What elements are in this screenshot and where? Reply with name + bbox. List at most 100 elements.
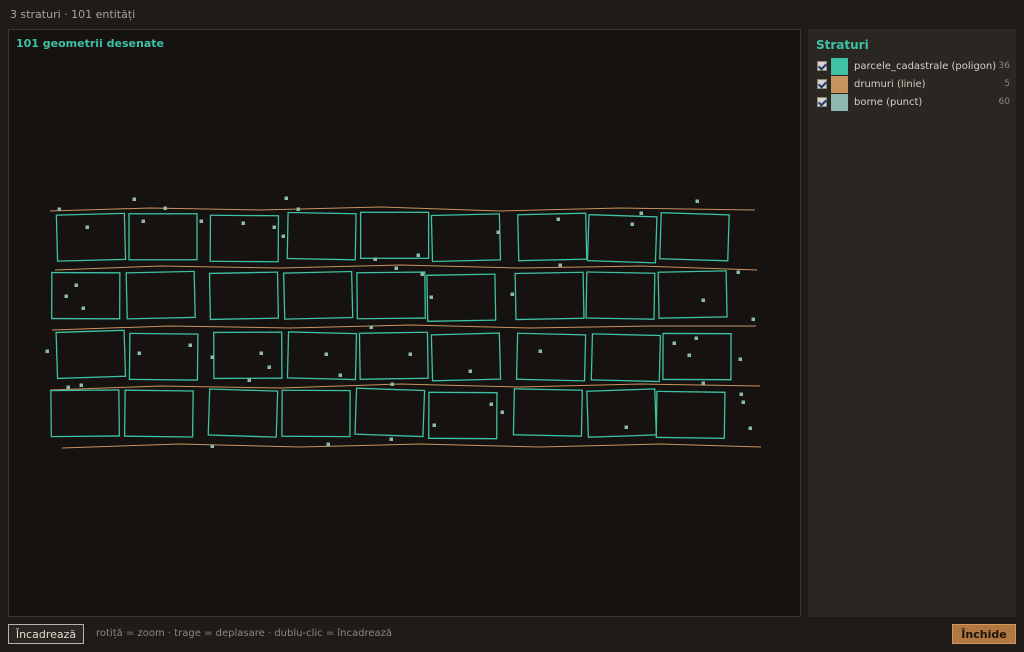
parcel-polygon: [428, 391, 498, 440]
parcel-polygon: [586, 388, 658, 438]
parcel-polygon: [213, 331, 283, 380]
boundary-marker-point: [241, 221, 245, 225]
boundary-marker-point: [751, 317, 755, 321]
boundary-marker-point: [701, 298, 705, 302]
boundary-marker-point: [74, 283, 78, 287]
boundary-marker-point: [538, 349, 542, 353]
layer-count: 36: [998, 61, 1010, 71]
parcel-polygon: [515, 332, 587, 382]
boundary-marker-point: [394, 266, 398, 270]
map-geometry[interactable]: [9, 30, 800, 616]
layer-row-drumuri[interactable]: drumuri (linie) 5: [817, 75, 1010, 93]
panel-title: Straturi: [816, 38, 869, 52]
parcel-polygon: [51, 271, 121, 320]
boundary-marker-point: [326, 442, 330, 446]
boundary-marker-point: [630, 222, 634, 226]
parcel-polygon: [281, 389, 351, 438]
boundary-marker-point: [272, 225, 276, 229]
parcel-polygon: [585, 271, 656, 320]
layer-count: 60: [998, 97, 1010, 107]
boundary-marker-point: [558, 263, 562, 267]
layer-checkbox[interactable]: [817, 79, 827, 89]
boundary-marker-point: [701, 381, 705, 385]
boundary-marker-point: [416, 253, 420, 257]
parcel-polygon: [655, 390, 726, 439]
parcel-polygon: [517, 212, 588, 262]
parcel-polygon: [356, 271, 426, 320]
boundary-marker-point: [281, 234, 285, 238]
boundary-marker-point: [267, 365, 271, 369]
parcel-polygon: [55, 329, 127, 380]
layer-row-parcele[interactable]: parcele_cadastrale (poligon) 36: [817, 57, 1010, 75]
boundary-marker-point: [432, 423, 436, 427]
boundary-marker-point: [500, 410, 504, 414]
boundary-marker-point: [199, 219, 203, 223]
parcel-polygon: [586, 213, 658, 264]
layer-checkbox[interactable]: [817, 61, 827, 71]
boundary-marker-point: [408, 352, 412, 356]
road-line: [61, 443, 762, 449]
boundary-marker-point: [510, 292, 514, 296]
navigation-hint: rotiță = zoom · trage = deplasare · dubl…: [96, 628, 393, 639]
parcel-polygon: [426, 273, 497, 322]
boundary-marker-point: [338, 373, 342, 377]
road-line: [49, 206, 756, 212]
layer-name: parcele_cadastrale (poligon): [854, 60, 997, 72]
boundary-marker-point: [687, 353, 691, 357]
parcel-polygon: [430, 332, 502, 382]
road-line: [51, 324, 756, 331]
parcel-polygon: [50, 389, 120, 438]
parcel-polygon: [514, 271, 585, 321]
parcel-polygon: [55, 212, 127, 262]
boundary-marker-point: [420, 272, 424, 276]
parcel-polygon: [207, 388, 279, 438]
boundary-marker-point: [624, 425, 628, 429]
boundary-marker-point: [468, 369, 472, 373]
parcel-polygon: [123, 389, 194, 438]
layer-row-borne[interactable]: borne (punct) 60: [817, 93, 1010, 111]
boundary-marker-point: [748, 426, 752, 430]
parcel-polygon: [430, 213, 502, 263]
parcel-polygon: [590, 333, 662, 383]
parcel-polygon: [282, 270, 354, 320]
boundary-marker-point: [64, 294, 68, 298]
boundary-marker-point: [390, 382, 394, 386]
parcel-polygon: [128, 332, 199, 381]
boundary-marker-point: [373, 257, 377, 261]
boundary-marker-point: [672, 341, 676, 345]
boundary-marker-point: [188, 343, 192, 347]
boundary-marker-point: [738, 357, 742, 361]
boundary-marker-point: [66, 385, 70, 389]
layers-panel: Straturi parcele_cadastrale (poligon) 36…: [808, 29, 1016, 617]
boundary-marker-point: [489, 402, 493, 406]
parcel-polygon: [128, 213, 198, 261]
close-button[interactable]: Închide: [952, 624, 1016, 644]
parcel-polygon: [354, 387, 426, 438]
parcel-polygon: [358, 331, 429, 380]
boundary-marker-point: [259, 351, 263, 355]
parcel-polygon: [659, 212, 730, 262]
boundary-marker-point: [741, 400, 745, 404]
boundary-marker-point: [389, 437, 393, 441]
road-line: [54, 264, 758, 271]
boundary-marker-point: [639, 211, 643, 215]
layer-name: drumuri (linie): [854, 78, 926, 90]
boundary-marker-point: [429, 295, 433, 299]
boundary-marker-point: [163, 206, 167, 210]
layer-name: borne (punct): [854, 96, 923, 108]
fit-extent-button[interactable]: Încadrează: [8, 624, 84, 644]
layer-checkbox[interactable]: [817, 97, 827, 107]
boundary-marker-point: [284, 196, 288, 200]
parcel-polygon: [286, 331, 358, 381]
boundary-marker-point: [736, 270, 740, 274]
boundary-marker-point: [81, 306, 85, 310]
parcel-polygon: [286, 211, 357, 261]
parcel-polygon: [662, 332, 732, 381]
boundary-marker-point: [556, 217, 560, 221]
map-canvas[interactable]: 101 geometrii desenate: [8, 29, 801, 617]
layer-count: 5: [1004, 79, 1010, 89]
boundary-marker-point: [695, 199, 699, 203]
parcel-polygon: [208, 271, 280, 321]
boundary-marker-point: [137, 351, 141, 355]
boundary-marker-point: [296, 207, 300, 211]
